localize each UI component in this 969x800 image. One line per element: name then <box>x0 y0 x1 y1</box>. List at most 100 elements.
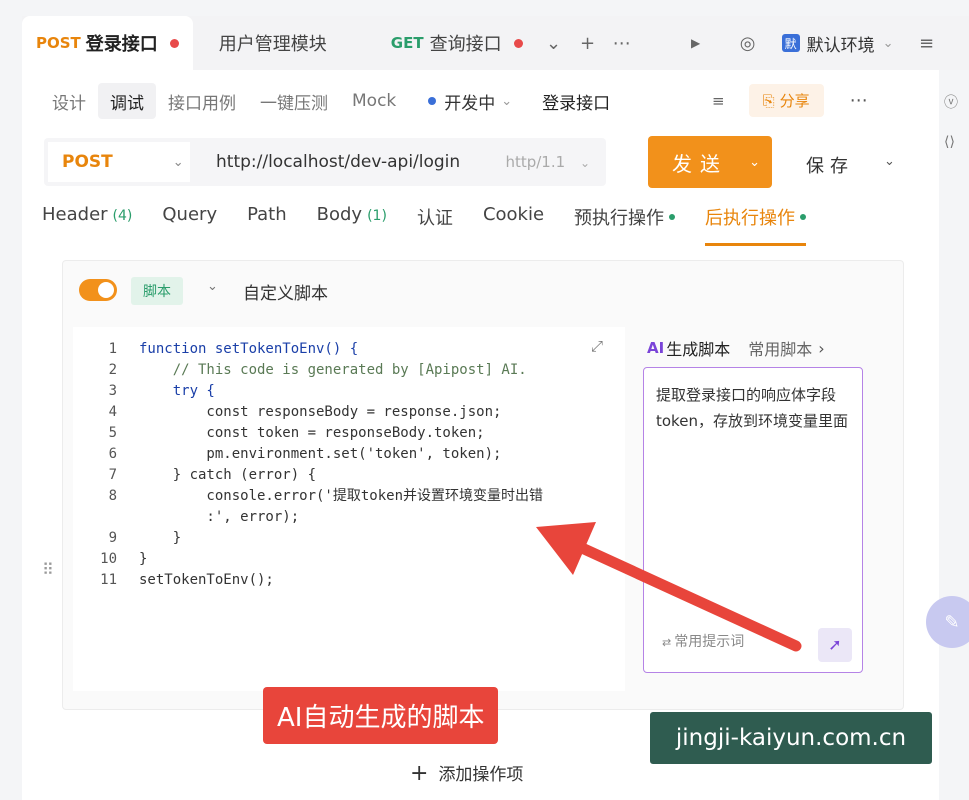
more-icon[interactable]: ⋯ <box>605 33 639 54</box>
active-dot <box>800 214 807 220</box>
save-button[interactable]: 保存 <box>806 152 854 178</box>
subnav-mock[interactable]: Mock <box>340 83 408 119</box>
plus-icon[interactable]: + <box>571 33 605 54</box>
tab-pre-request[interactable]: 预执行操作 <box>574 204 676 246</box>
code-line: :', error); <box>73 507 543 528</box>
subnav-cases[interactable]: 接口用例 <box>156 83 248 119</box>
line-number: 10 <box>100 551 117 567</box>
hint-label: 常用提示词 <box>674 634 745 650</box>
code-line: 6 pm.environment.set('token', token); <box>73 444 543 465</box>
status-selector[interactable]: 开发中 ⌄ <box>428 89 512 114</box>
line-number: 4 <box>108 404 117 420</box>
script-toggle[interactable] <box>79 279 117 301</box>
eye-icon[interactable]: ◎ <box>731 33 765 54</box>
code-text: try { <box>139 383 215 399</box>
tab-method: POST <box>36 34 81 52</box>
chevron-down-icon[interactable]: ⌄ <box>207 279 218 294</box>
active-dot <box>669 214 676 220</box>
chevron-down-icon[interactable]: ⌄ <box>537 33 571 54</box>
add-operation-label: 添加操作项 <box>438 765 524 785</box>
tab-body[interactable]: Body (1) <box>317 204 387 246</box>
code-icon[interactable]: ⟨⟩ <box>944 134 955 150</box>
code-editor[interactable]: ⤢ 1 function setTokenToEnv() { 2 // This … <box>73 327 625 744</box>
subnav-debug[interactable]: 调试 <box>98 83 156 119</box>
ai-script-panel: AI 生成脚本 常用脚本 › 提取登录接口的响应体字段token，存放到环境变量里… <box>633 327 895 691</box>
rocket-icon[interactable]: ➚ <box>818 628 852 662</box>
ai-prompt-input[interactable]: 提取登录接口的响应体字段token，存放到环境变量里面 ⇄ 常用提示词 ➚ <box>643 367 863 673</box>
drag-handle-icon[interactable]: ⠿ <box>42 560 54 579</box>
unsaved-dot <box>513 38 523 48</box>
script-name: 自定义脚本 <box>243 284 328 304</box>
expand-icon[interactable]: ⤢ <box>591 337 603 355</box>
code-text: } catch (error) { <box>139 467 317 483</box>
add-operation-button[interactable]: + 添加操作项 <box>410 760 523 786</box>
request-tabbar: POST 登录接口 用户管理模块 GET 查询接口 ⌄ + ⋯ ▶ ◎ 默 默认… <box>22 16 969 70</box>
tab-common-scripts[interactable]: 常用脚本 <box>748 336 812 360</box>
code-text: const token = responseBody.token; <box>139 425 485 441</box>
line-number <box>73 507 139 528</box>
tab-label: 预执行操作 <box>574 208 665 229</box>
method-value: POST <box>62 152 113 172</box>
tab-generate-script[interactable]: AI 生成脚本 <box>647 336 730 360</box>
edit-icon[interactable]: ≡ <box>712 92 725 110</box>
share-button[interactable]: ⎘ 分享 <box>748 84 824 117</box>
code-line: 9 } <box>73 528 543 549</box>
chevron-down-icon[interactable]: ⌄ <box>749 155 760 170</box>
more-icon[interactable]: ⋯ <box>850 90 868 111</box>
tab-auth[interactable]: 认证 <box>417 204 453 246</box>
tab-label: Path <box>247 204 287 225</box>
tab-label: Header <box>42 204 108 225</box>
tab-post-response[interactable]: 后执行操作 <box>705 204 807 246</box>
menu-icon[interactable]: ≡ <box>909 33 943 54</box>
code-text: :', error); <box>139 509 300 525</box>
line-number: 1 <box>108 341 117 357</box>
ai-prompt-text: 提取登录接口的响应体字段token，存放到环境变量里面 <box>656 386 848 430</box>
line-number: 7 <box>108 467 117 483</box>
subnav: 设计 调试 接口用例 一键压测 Mock 开发中 ⌄ 登录接口 <box>40 80 610 122</box>
param-tabs: Header (4) Query Path Body (1) 认证 Cookie 预… <box>42 204 836 246</box>
tab-path[interactable]: Path <box>247 204 287 246</box>
protocol-value: http/1.1 <box>505 153 566 171</box>
chevron-down-icon: ⌄ <box>501 93 513 109</box>
tab-query-api[interactable]: GET 查询接口 <box>377 16 537 70</box>
tab-label: 认证 <box>416 208 453 229</box>
code-text: } <box>139 530 182 546</box>
script-panel: 脚本 ⌄ 自定义脚本 ⤢ 1 function setTokenToEnv() {… <box>62 260 904 744</box>
code-line: 2 // This code is generated by [Apipost]… <box>73 360 543 381</box>
url-input[interactable]: http://localhost/dev-api/login <box>216 152 460 172</box>
tab-header[interactable]: Header (4) <box>42 204 132 246</box>
code-text: const responseBody = response.json; <box>139 404 502 420</box>
tab-label: Body <box>316 204 363 225</box>
tab-cookie[interactable]: Cookie <box>483 204 544 246</box>
subnav-stress-test[interactable]: 一键压测 <box>248 83 340 119</box>
status-label: 开发中 <box>444 93 496 114</box>
api-name[interactable]: 登录接口 <box>542 89 610 114</box>
assistant-float-icon[interactable]: ✎ <box>926 596 969 648</box>
code-line: 5 const token = responseBody.token; <box>73 423 543 444</box>
sidebar-v-icon[interactable]: ⓥ <box>944 92 958 112</box>
prompt-hint[interactable]: ⇄ 常用提示词 <box>662 629 744 656</box>
env-name: 默认环境 <box>806 35 875 56</box>
method-select[interactable]: POST ⌄ <box>48 142 190 182</box>
chevron-right-icon[interactable]: › <box>818 339 824 358</box>
tab-label: 用户管理模块 <box>218 34 327 55</box>
line-number: 9 <box>108 530 117 546</box>
chevron-down-icon[interactable]: ⌄ <box>884 154 895 169</box>
ai-tabs: AI 生成脚本 常用脚本 › <box>647 331 895 365</box>
tab-label: 登录接口 <box>85 34 158 55</box>
send-button[interactable]: 发送 ⌄ <box>648 136 772 188</box>
tab-query[interactable]: Query <box>162 204 217 246</box>
play-icon[interactable]: ▶ <box>679 36 713 50</box>
subnav-design[interactable]: 设计 <box>40 83 98 119</box>
tab-count: (4) <box>112 208 133 224</box>
code-text: } <box>139 551 148 567</box>
tab-user-module[interactable]: 用户管理模块 <box>205 16 341 70</box>
line-number: 8 <box>108 488 117 504</box>
tab-count: (1) <box>367 208 387 224</box>
code-text: // This code is generated by [Apipost] A… <box>139 362 527 378</box>
tab-login-api[interactable]: POST 登录接口 <box>22 16 193 70</box>
protocol-select[interactable]: http/1.1 ⌄ <box>505 153 590 171</box>
code-text: setTokenToEnv(); <box>139 572 274 588</box>
line-number: 3 <box>108 383 117 399</box>
environment-selector[interactable]: 默 默认环境 ⌄ <box>775 31 893 56</box>
